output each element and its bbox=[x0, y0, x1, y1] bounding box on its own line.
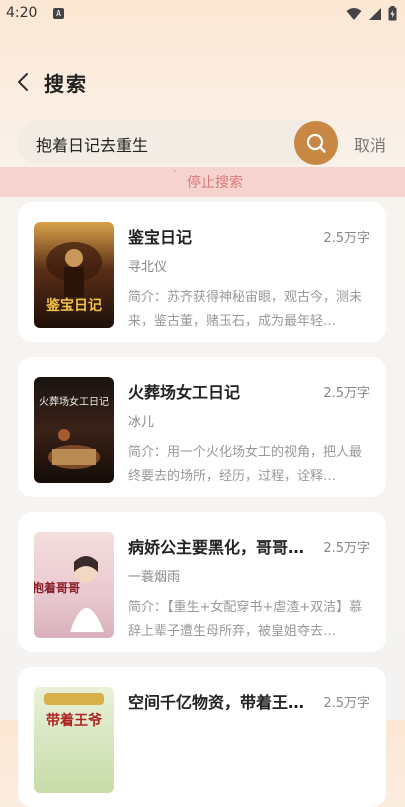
stop-search-bar[interactable]: ˋ 停止搜索 bbox=[0, 167, 405, 197]
book-intro bbox=[128, 751, 366, 799]
book-cover: 鉴宝日记 bbox=[34, 222, 114, 328]
book-title: 空间千亿物资，带着王… bbox=[128, 693, 305, 712]
status-time: 4:20 bbox=[6, 5, 38, 21]
search-button[interactable] bbox=[294, 121, 338, 165]
word-count: 2.5万字 bbox=[323, 231, 370, 246]
cover-title: 火葬场女工日记 bbox=[39, 395, 109, 408]
book-card[interactable]: 带着王爷 空间千亿物资，带着王… 2.5万字 bbox=[18, 667, 386, 807]
word-count: 2.5万字 bbox=[323, 696, 370, 711]
chevron-left-icon bbox=[18, 73, 28, 91]
book-author: 冰儿 bbox=[128, 415, 155, 430]
book-intro: 简介：用一个火化场女工的视角，把人最终要去的场所，经历，过程，诠释… bbox=[128, 445, 363, 484]
status-bar: 4:20 A bbox=[0, 0, 405, 28]
cancel-button[interactable]: 取消 bbox=[354, 132, 386, 156]
loading-indicator: ˋ bbox=[173, 170, 178, 181]
back-button[interactable] bbox=[14, 70, 36, 94]
signal-icon bbox=[369, 7, 381, 20]
search-icon bbox=[306, 133, 326, 153]
book-title: 鉴宝日记 bbox=[128, 228, 193, 247]
cover-title: 鉴宝日记 bbox=[45, 297, 102, 314]
search-input[interactable]: 抱着日记去重生 bbox=[18, 120, 336, 164]
stop-search-label: 停止搜索 bbox=[187, 175, 243, 191]
book-author: 一蓑烟雨 bbox=[128, 570, 181, 585]
title-bar: 搜索 bbox=[0, 62, 405, 102]
book-card[interactable]: 火葬场女工日记 火葬场女工日记 2.5万字 冰儿 简介：用一个火化场女工的视角，… bbox=[18, 357, 386, 497]
system-icons bbox=[346, 6, 397, 21]
notification-badge: A bbox=[53, 8, 64, 19]
book-intro: 简介：【重生+女配穿书+虐渣+双洁】慕辞上辈子遭生母所弃，被皇姐夺去… bbox=[128, 600, 363, 639]
word-count: 2.5万字 bbox=[323, 386, 370, 401]
book-intro: 简介：苏齐获得神秘宙眼，观古今，测未来，鉴古董，赌玉石，成为最年轻… bbox=[128, 290, 363, 329]
book-cover: 抱着哥哥 bbox=[34, 532, 114, 638]
book-card[interactable]: 抱着哥哥 病娇公主要黑化，哥哥… 2.5万字 一蓑烟雨 简介：【重生+女配穿书+… bbox=[18, 512, 386, 652]
battery-icon bbox=[388, 6, 397, 21]
book-cover: 带着王爷 bbox=[34, 687, 114, 793]
search-row: 抱着日记去重生 取消 bbox=[18, 120, 390, 166]
book-cover: 火葬场女工日记 bbox=[34, 377, 114, 483]
cover-title: 抱着哥哥 bbox=[34, 580, 80, 595]
search-query-text: 抱着日记去重生 bbox=[36, 136, 149, 155]
page-title: 搜索 bbox=[44, 72, 88, 96]
wifi-icon bbox=[346, 7, 362, 20]
book-title: 火葬场女工日记 bbox=[128, 383, 241, 402]
cover-title: 带着王爷 bbox=[46, 712, 103, 729]
book-title: 病娇公主要黑化，哥哥… bbox=[128, 538, 305, 557]
book-author: 寻北仪 bbox=[128, 260, 168, 275]
book-card[interactable]: 鉴宝日记 鉴宝日记 2.5万字 寻北仪 简介：苏齐获得神秘宙眼，观古今，测未来，… bbox=[18, 202, 386, 342]
word-count: 2.5万字 bbox=[323, 541, 370, 556]
